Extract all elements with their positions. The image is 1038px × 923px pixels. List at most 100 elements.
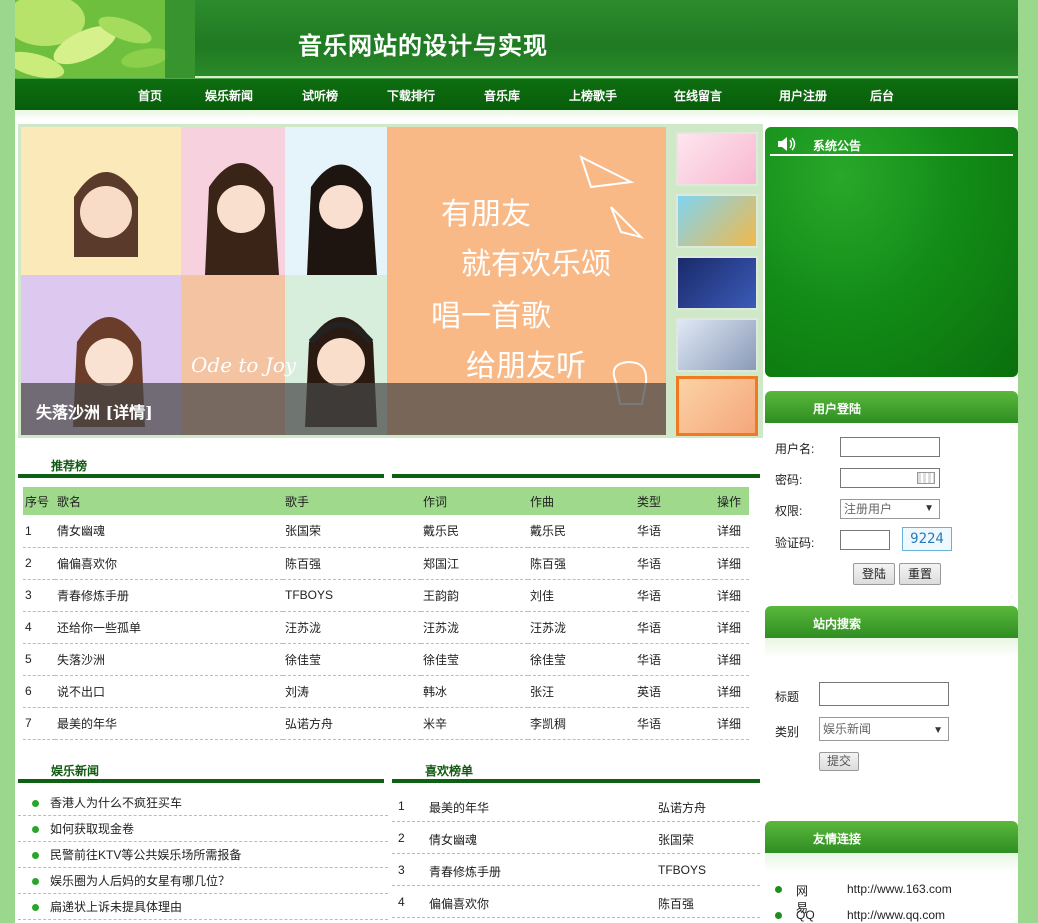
- fav-no: 3: [398, 863, 405, 877]
- fav-song[interactable]: 青春修炼手册: [429, 863, 501, 880]
- banner-caption[interactable]: 失落沙洲 [详情]: [36, 399, 153, 423]
- banner-thumb-4[interactable]: [676, 318, 758, 372]
- keyboard-icon[interactable]: [917, 472, 935, 484]
- search-category-label: 类别: [775, 725, 800, 739]
- row-detail-link[interactable]: 详细: [715, 579, 749, 612]
- news-item-title[interactable]: 民警前往KTV等公共娱乐场所需报备: [50, 848, 241, 862]
- link-url[interactable]: http://www.163.com: [847, 882, 952, 896]
- nav-listen-chart[interactable]: 试听榜: [302, 87, 338, 104]
- search-category-select[interactable]: 娱乐新闻 ▼: [819, 717, 949, 741]
- recommend-table: 序号 歌名 歌手 作词 作曲 类型 操作 1 倩女幽魂 张国荣 戴乐民 戴乐民 …: [23, 487, 749, 740]
- fav-no: 2: [398, 831, 405, 845]
- username-input[interactable]: [840, 437, 940, 457]
- list-item[interactable]: 娱乐圈为人后妈的女星有哪几位？: [18, 868, 388, 894]
- notice-title: 系统公告: [813, 139, 862, 153]
- link-name[interactable]: QQ: [796, 908, 815, 922]
- table-header-row: 序号 歌名 歌手 作词 作曲 类型 操作: [23, 487, 749, 515]
- row-type: 华语: [635, 515, 715, 548]
- recommend-header: 推荐榜: [18, 454, 384, 478]
- list-item: 1 最美的年华 弘诺方舟: [392, 790, 760, 822]
- fav-song[interactable]: 偏偏喜欢你: [429, 895, 489, 912]
- nav-guestbook[interactable]: 在线留言: [674, 87, 722, 104]
- login-button[interactable]: 登陆: [853, 563, 895, 585]
- nav-register[interactable]: 用户注册: [779, 87, 827, 104]
- fav-song[interactable]: 最美的年华: [429, 799, 489, 816]
- search-submit-button[interactable]: 提交: [819, 752, 859, 771]
- password-label: 密码:: [775, 473, 803, 487]
- row-song[interactable]: 说不出口: [55, 675, 283, 708]
- role-select[interactable]: 注册用户 ▼: [840, 499, 940, 519]
- row-detail-link[interactable]: 详细: [715, 611, 749, 644]
- row-detail-link[interactable]: 详细: [715, 643, 749, 676]
- news-item-title[interactable]: 扁递状上诉未提具体理由: [50, 900, 182, 914]
- site-title: 音乐网站的设计与实现: [298, 31, 548, 60]
- row-song[interactable]: 青春修炼手册: [55, 579, 283, 612]
- col-action: 操作: [715, 487, 749, 515]
- banner-image[interactable]: Ode to Joy 有朋友 就有欢乐颂 唱一首歌 给朋友听 失落沙洲 [详情]: [21, 127, 666, 435]
- search-title-label: 标题: [775, 690, 800, 704]
- list-item[interactable]: 如何获取现金卷: [18, 816, 388, 842]
- captcha-image[interactable]: 9224: [902, 527, 952, 551]
- news-list: 香港人为什么不疯狂买车 如何获取现金卷 民警前往KTV等公共娱乐场所需报备 娱乐…: [18, 790, 388, 920]
- banner-thumb-5[interactable]: [676, 376, 758, 436]
- row-type: 华语: [635, 547, 715, 580]
- row-type: 华语: [635, 707, 715, 740]
- fav-song[interactable]: 倩女幽魂: [429, 831, 477, 848]
- row-singer: 汪苏泷: [283, 611, 421, 644]
- row-composer: 徐佳莹: [528, 643, 635, 676]
- leaf-decoration: [15, 0, 195, 78]
- table-row: 6 说不出口 刘涛 韩冰 张汪 英语 详细: [23, 675, 749, 708]
- row-song[interactable]: 还给你一些孤单: [55, 611, 283, 644]
- table-row: 3 青春修炼手册 TFBOYS 王韵韵 刘佳 华语 详细: [23, 579, 749, 612]
- row-song[interactable]: 倩女幽魂: [55, 515, 283, 548]
- col-lyricist: 作词: [421, 487, 528, 515]
- row-type: 英语: [635, 675, 715, 708]
- nav-news[interactable]: 娱乐新闻: [205, 87, 253, 104]
- banner-thumb-2[interactable]: [676, 194, 758, 248]
- news-item-title[interactable]: 娱乐圈为人后妈的女星有哪几位？: [50, 874, 230, 888]
- row-song[interactable]: 失落沙洲: [55, 643, 283, 676]
- row-song[interactable]: 最美的年华: [55, 707, 283, 740]
- row-detail-link[interactable]: 详细: [715, 707, 749, 740]
- row-detail-link[interactable]: 详细: [715, 547, 749, 580]
- row-song[interactable]: 偏偏喜欢你: [55, 547, 283, 580]
- search-title-input[interactable]: [819, 682, 949, 706]
- row-no: 4: [23, 611, 55, 644]
- row-singer: 刘涛: [283, 675, 421, 708]
- fav-singer: 弘诺方舟: [658, 801, 707, 815]
- news-item-title[interactable]: 如何获取现金卷: [50, 822, 134, 836]
- banner-thumb-1[interactable]: [676, 132, 758, 186]
- page: 音乐网站的设计与实现 首页 娱乐新闻 试听榜 下载排行 音乐库 上榜歌手 在线留…: [15, 0, 1018, 923]
- site-header: 音乐网站的设计与实现: [15, 0, 1018, 78]
- reset-button[interactable]: 重置: [899, 563, 941, 585]
- row-type: 华语: [635, 611, 715, 644]
- favorites-title: 喜欢榜单: [425, 764, 474, 778]
- main-nav: 首页 娱乐新闻 试听榜 下载排行 音乐库 上榜歌手 在线留言 用户注册 后台: [15, 78, 1018, 110]
- link-url[interactable]: http://www.qq.com: [847, 908, 945, 922]
- captcha-input[interactable]: [840, 530, 890, 550]
- banner-thumb-3[interactable]: [676, 256, 758, 310]
- row-singer: 张国荣: [283, 515, 421, 548]
- favorites-list: 1 最美的年华 弘诺方舟 2 倩女幽魂 张国荣 3 青春修炼手册 TFBOYS …: [392, 790, 760, 918]
- password-input[interactable]: [840, 468, 940, 488]
- nav-music-library[interactable]: 音乐库: [484, 87, 520, 104]
- notice-panel: 系统公告: [765, 127, 1018, 377]
- nav-download-rank[interactable]: 下载排行: [387, 87, 435, 104]
- banner-art-line-4: 给朋友听: [466, 349, 586, 384]
- list-item[interactable]: 民警前往KTV等公共娱乐场所需报备: [18, 842, 388, 868]
- list-item[interactable]: 香港人为什么不疯狂买车: [18, 790, 388, 816]
- banner-art-line-3: 唱一首歌: [431, 299, 551, 334]
- row-type: 华语: [635, 579, 715, 612]
- nav-admin[interactable]: 后台: [870, 87, 894, 104]
- col-song: 歌名: [55, 487, 283, 515]
- list-item[interactable]: 扁递状上诉未提具体理由: [18, 894, 388, 920]
- row-detail-link[interactable]: 详细: [715, 515, 749, 548]
- fav-singer: TFBOYS: [658, 863, 707, 877]
- list-item: 2 倩女幽魂 张国荣: [392, 822, 760, 854]
- col-singer: 歌手: [283, 487, 421, 515]
- news-item-title[interactable]: 香港人为什么不疯狂买车: [50, 796, 182, 810]
- row-no: 7: [23, 707, 55, 740]
- row-detail-link[interactable]: 详细: [715, 675, 749, 708]
- nav-top-singers[interactable]: 上榜歌手: [569, 87, 617, 104]
- nav-home[interactable]: 首页: [138, 87, 162, 104]
